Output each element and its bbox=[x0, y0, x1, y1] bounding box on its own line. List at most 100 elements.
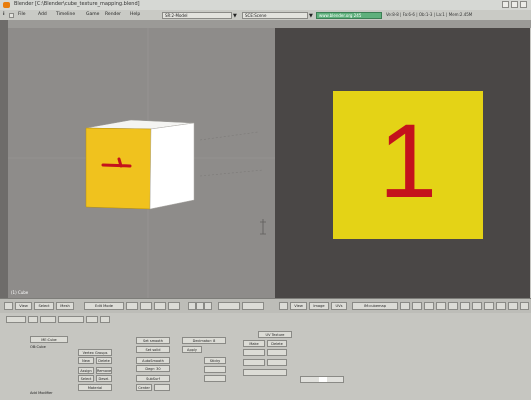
value-slider[interactable] bbox=[300, 376, 344, 383]
layer-button[interactable] bbox=[154, 302, 166, 310]
minimize-icon[interactable] bbox=[502, 1, 509, 8]
image-tool-2[interactable] bbox=[412, 302, 422, 310]
object-name-label: OB:Cube bbox=[30, 345, 46, 349]
viewport-overlay-label: (1) Cube bbox=[11, 290, 29, 295]
menu-add[interactable]: Add bbox=[38, 12, 47, 17]
image-name-field[interactable]: IM:cubemap bbox=[352, 302, 398, 310]
make-button[interactable]: Make bbox=[243, 340, 265, 347]
info-icon[interactable]: i bbox=[3, 12, 5, 17]
decimator-field[interactable]: Decimator: 8 bbox=[182, 337, 226, 344]
render-status: www.blender.org 245 bbox=[316, 11, 382, 19]
image-tool-10[interactable] bbox=[508, 302, 518, 310]
assign-button[interactable]: Assign bbox=[78, 367, 94, 374]
material-button[interactable]: Material bbox=[78, 384, 112, 391]
menu-render[interactable]: Render bbox=[105, 12, 121, 17]
screen-dropdown-icon[interactable]: ▼ bbox=[233, 13, 237, 19]
panel-tab-6[interactable] bbox=[100, 316, 110, 323]
panel-button-c4d[interactable] bbox=[267, 359, 287, 366]
panel-tab-link[interactable] bbox=[6, 316, 26, 323]
image-tool-4[interactable] bbox=[436, 302, 446, 310]
image-tool-11[interactable] bbox=[520, 302, 529, 310]
menu-file[interactable]: File bbox=[18, 12, 26, 17]
layer-grid-1[interactable] bbox=[218, 302, 240, 310]
autosmooth-button[interactable]: AutoSmooth bbox=[136, 357, 170, 364]
image-digit-label: 1 bbox=[378, 103, 438, 220]
layer-grid-2[interactable] bbox=[242, 302, 264, 310]
panel-tab-3[interactable] bbox=[40, 316, 56, 323]
uv-delete-button[interactable]: Delete bbox=[267, 340, 287, 347]
editor-type-button[interactable] bbox=[4, 302, 13, 310]
panel-button-c4b[interactable] bbox=[267, 349, 287, 356]
remove-button[interactable]: Remove bbox=[96, 367, 112, 374]
panel-tab-4[interactable] bbox=[58, 316, 84, 323]
menu-timeline[interactable]: Timeline bbox=[56, 12, 75, 17]
menu-help[interactable]: Help bbox=[130, 12, 140, 17]
uvs-menu[interactable]: UVs bbox=[331, 302, 347, 310]
new-button[interactable]: New bbox=[78, 357, 94, 364]
set-smooth-button[interactable]: Set smooth bbox=[136, 337, 170, 344]
image-tool-7[interactable] bbox=[472, 302, 482, 310]
panel-button-c4e[interactable] bbox=[243, 369, 287, 376]
image-view-menu[interactable]: View bbox=[290, 302, 307, 310]
panel-button-c4c[interactable] bbox=[243, 359, 265, 366]
image-tool-5[interactable] bbox=[448, 302, 458, 310]
panel-small-button[interactable] bbox=[154, 384, 170, 391]
camera-line bbox=[199, 131, 259, 141]
area-header-strip bbox=[8, 20, 531, 28]
image-editor[interactable]: 1 bbox=[275, 28, 530, 298]
select-button[interactable]: Select bbox=[78, 375, 94, 382]
close-icon[interactable] bbox=[520, 1, 527, 8]
maximize-icon[interactable] bbox=[511, 1, 518, 8]
cube-side-face[interactable] bbox=[149, 122, 195, 210]
viewport-scene bbox=[8, 28, 275, 298]
add-modifier-label: Add Modifier bbox=[30, 391, 53, 395]
select-mode-face[interactable] bbox=[204, 302, 212, 310]
degree-field[interactable]: Degr: 30 bbox=[136, 365, 170, 372]
delete-button[interactable]: Delete bbox=[96, 357, 112, 364]
deselect-button[interactable]: Desel. bbox=[96, 375, 112, 382]
uv-texture-button[interactable]: UV Texture bbox=[258, 331, 292, 338]
image-tool-3[interactable] bbox=[424, 302, 434, 310]
panel-button-c4a[interactable] bbox=[243, 349, 265, 356]
set-solid-button[interactable]: Set solid bbox=[136, 346, 170, 353]
scene-selector[interactable]: SCE:Scene bbox=[242, 11, 308, 19]
panel-button-c3a[interactable] bbox=[204, 366, 226, 373]
image-menu[interactable]: Image bbox=[309, 302, 329, 310]
image-tool-6[interactable] bbox=[460, 302, 470, 310]
panel-tab-5[interactable] bbox=[86, 316, 98, 323]
window-title: Blender [C:\Blender\cube_texture_mapping… bbox=[14, 1, 140, 7]
screen-selector[interactable]: SR:2-Model bbox=[162, 11, 232, 19]
draw-type-button[interactable] bbox=[126, 302, 138, 310]
slider-handle[interactable] bbox=[319, 377, 327, 382]
image-tool-1[interactable] bbox=[400, 302, 410, 310]
center-button[interactable]: Center bbox=[136, 384, 152, 391]
buttons-window: ME:Cube OB:Cube Vertex Groups New Delete… bbox=[0, 313, 531, 400]
blender-logo-icon bbox=[3, 2, 10, 8]
select-mode-edge[interactable] bbox=[196, 302, 204, 310]
3d-cursor-icon[interactable] bbox=[260, 219, 266, 235]
cube-front-face[interactable] bbox=[85, 127, 152, 210]
mesh-menu[interactable]: Mesh bbox=[56, 302, 74, 310]
snap-button[interactable] bbox=[168, 302, 180, 310]
select-mode-vertex[interactable] bbox=[188, 302, 196, 310]
apply-button[interactable]: Apply bbox=[182, 346, 202, 353]
mesh-name-field[interactable]: ME:Cube bbox=[30, 336, 68, 343]
3d-viewport[interactable]: (1) Cube bbox=[8, 28, 275, 298]
sticky-button[interactable]: Sticky bbox=[204, 357, 226, 364]
view-menu[interactable]: View bbox=[15, 302, 32, 310]
image-editor-type-button[interactable] bbox=[279, 302, 288, 310]
panel-button-c3b[interactable] bbox=[204, 375, 226, 382]
select-menu[interactable]: Select bbox=[34, 302, 54, 310]
menu-toggle-icon[interactable] bbox=[9, 12, 14, 18]
vertex-groups-button[interactable]: Vertex Groups bbox=[78, 349, 112, 356]
menu-game[interactable]: Game bbox=[86, 12, 99, 17]
camera-line bbox=[199, 169, 264, 177]
image-tool-8[interactable] bbox=[484, 302, 494, 310]
image-tool-9[interactable] bbox=[496, 302, 506, 310]
scene-dropdown-icon[interactable]: ▼ bbox=[309, 13, 313, 19]
subsurf-button[interactable]: SubSurf bbox=[136, 375, 170, 382]
pivot-button[interactable] bbox=[140, 302, 152, 310]
scene-stats: Ve:8-8 | Fa:6-6 | Ob:1-3 | La:1 | Mem:2.… bbox=[386, 12, 473, 17]
mode-selector[interactable]: Edit Mode bbox=[84, 302, 124, 310]
panel-tab-2[interactable] bbox=[28, 316, 38, 323]
